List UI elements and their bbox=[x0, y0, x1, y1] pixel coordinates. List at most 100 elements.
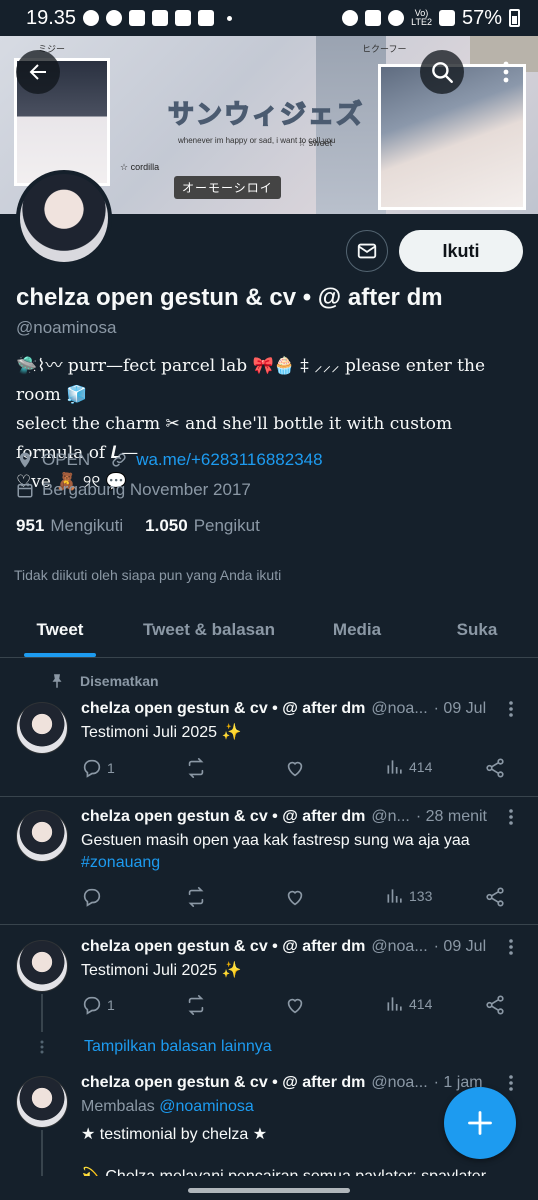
like-button[interactable] bbox=[284, 886, 306, 908]
like-button[interactable] bbox=[284, 994, 306, 1016]
reply-button[interactable]: 1 bbox=[81, 994, 115, 1016]
tweet-author-name[interactable]: chelza open gestun & cv • @ after dm bbox=[81, 938, 365, 956]
followers-link[interactable]: 1.050 Pengikut bbox=[145, 516, 260, 536]
views-button[interactable]: 414 bbox=[385, 994, 432, 1014]
pinned-text: Disematkan bbox=[80, 673, 159, 689]
views-chart-icon bbox=[387, 889, 402, 903]
tweet-header: chelza open gestun & cv • @ after dm @no… bbox=[81, 700, 486, 718]
views-button[interactable]: 133 bbox=[385, 886, 432, 906]
heart-icon bbox=[287, 998, 303, 1014]
share-icon bbox=[486, 995, 504, 1015]
retweet-button[interactable] bbox=[185, 886, 207, 908]
chat-notification-icon bbox=[106, 10, 123, 26]
retweet-button[interactable] bbox=[185, 757, 207, 779]
tweet-author-name[interactable]: chelza open gestun & cv • @ after dm bbox=[81, 808, 365, 826]
replying-to-label: Membalas bbox=[81, 1098, 155, 1115]
banner-sparkle: ☆ cordilla bbox=[120, 162, 160, 172]
follow-button[interactable]: Ikuti bbox=[399, 230, 523, 272]
show-more-replies-link[interactable]: Tampilkan balasan lainnya bbox=[84, 1038, 272, 1056]
tweet-avatar[interactable] bbox=[16, 702, 68, 754]
banner-doodle: ☆ sweet bbox=[298, 138, 333, 148]
tweet-header: chelza open gestun & cv • @ after dm @no… bbox=[81, 938, 486, 956]
tweet-more-icon[interactable] bbox=[504, 700, 518, 718]
tweet-actions: 1 414 bbox=[81, 757, 511, 781]
tab-tweets[interactable]: Tweet bbox=[0, 602, 120, 657]
tweet-text: Testimoni Juli 2025 ✨ bbox=[81, 962, 242, 979]
views-count: 414 bbox=[409, 996, 433, 1012]
app-notification-icon bbox=[175, 10, 192, 26]
tweet-more-icon[interactable] bbox=[504, 1074, 518, 1092]
gallery-notification-icon bbox=[198, 10, 215, 26]
location-icon bbox=[19, 452, 31, 468]
tweet-avatar[interactable] bbox=[16, 1076, 68, 1128]
like-button[interactable] bbox=[284, 757, 306, 779]
message-button[interactable] bbox=[346, 230, 388, 272]
banner-doodle: ヒクーフー bbox=[362, 44, 407, 54]
retweet-icon bbox=[188, 887, 204, 907]
shop-notification-icon bbox=[129, 10, 146, 26]
tweet-text: Testimoni Juli 2025 ✨ bbox=[81, 724, 242, 741]
views-chart-icon bbox=[387, 760, 402, 774]
search-icon bbox=[432, 62, 453, 83]
home-indicator[interactable] bbox=[188, 1188, 350, 1193]
tweet-more-icon[interactable] bbox=[504, 808, 518, 826]
mute-icon bbox=[365, 10, 382, 26]
status-time: 19.35 bbox=[26, 6, 77, 29]
following-link[interactable]: 951 Mengikuti bbox=[16, 516, 123, 536]
following-count: 951 bbox=[16, 516, 45, 535]
followers-count: 1.050 bbox=[145, 516, 188, 535]
views-count: 414 bbox=[409, 759, 433, 775]
reply-icon bbox=[83, 888, 101, 907]
views-chart-icon bbox=[387, 997, 402, 1011]
profile-website-link[interactable]: wa.me/+6283116882348 bbox=[136, 450, 322, 470]
replying-to-handle[interactable]: @noaminosa bbox=[159, 1098, 254, 1115]
share-button[interactable] bbox=[484, 886, 506, 908]
pinned-label: Disematkan bbox=[48, 672, 159, 690]
compose-tweet-button[interactable] bbox=[444, 1087, 516, 1159]
thread-line bbox=[41, 1130, 43, 1180]
heart-icon bbox=[287, 890, 303, 906]
tweet-divider bbox=[0, 924, 538, 925]
tweet-actions: 1 414 bbox=[81, 994, 511, 1018]
tweet-author-name[interactable]: chelza open gestun & cv • @ after dm bbox=[81, 700, 365, 718]
reply-count: 1 bbox=[107, 760, 115, 776]
tab-tweets-replies[interactable]: Tweet & balasan bbox=[120, 602, 298, 657]
back-button[interactable] bbox=[16, 50, 60, 94]
tweet-avatar[interactable] bbox=[16, 940, 68, 992]
reply-count: 1 bbox=[107, 997, 115, 1013]
profile-joined-row: Bergabung November 2017 bbox=[16, 480, 251, 500]
tab-media[interactable]: Media bbox=[298, 602, 416, 657]
signal-icon bbox=[438, 10, 455, 26]
tweet-author-name[interactable]: chelza open gestun & cv • @ after dm bbox=[81, 1074, 365, 1092]
search-button[interactable] bbox=[420, 50, 464, 94]
more-options-button[interactable] bbox=[484, 50, 528, 94]
profile-location: OPEN bbox=[42, 450, 91, 469]
tweet-text: Gestuen masih open yaa kak fastresp sung… bbox=[81, 830, 511, 874]
profile-display-name: chelza open gestun & cv • @ after dm bbox=[16, 284, 443, 311]
retweet-button[interactable] bbox=[185, 994, 207, 1016]
banner-tag: オーモーシロイ bbox=[174, 176, 281, 199]
tweet-avatar[interactable] bbox=[16, 810, 68, 862]
tab-likes[interactable]: Suka bbox=[416, 602, 538, 657]
battery-icon bbox=[509, 9, 520, 27]
views-button[interactable]: 414 bbox=[385, 757, 432, 777]
profile-bio: 🛸⌇〰 purr—fect parcel lab 🎀🧁 ‡ ⸝⸝⸝ please… bbox=[16, 352, 524, 497]
tweet-hashtag-link[interactable]: #zonauang bbox=[81, 852, 511, 874]
replying-to: Membalas @noaminosa bbox=[81, 1098, 254, 1116]
profile-avatar[interactable] bbox=[16, 170, 112, 266]
reply-button[interactable] bbox=[81, 886, 103, 908]
heart-icon bbox=[287, 761, 303, 777]
tweet-author-handle: @noa... bbox=[371, 1074, 428, 1091]
more-vertical-icon bbox=[503, 61, 509, 83]
reply-icon bbox=[83, 759, 101, 778]
tweet-more-icon[interactable] bbox=[504, 938, 518, 956]
following-label: Mengikuti bbox=[50, 516, 124, 535]
bio-line: 🛸⌇〰 purr—fect parcel lab 🎀🧁 ‡ ⸝⸝⸝ please… bbox=[16, 356, 486, 405]
reply-button[interactable]: 1 bbox=[81, 757, 115, 779]
share-button[interactable] bbox=[484, 757, 506, 779]
tweet-divider bbox=[0, 796, 538, 797]
share-icon bbox=[486, 758, 504, 778]
share-button[interactable] bbox=[484, 994, 506, 1016]
retweet-icon bbox=[188, 995, 204, 1015]
follow-stats: 951 Mengikuti 1.050 Pengikut bbox=[16, 516, 260, 536]
